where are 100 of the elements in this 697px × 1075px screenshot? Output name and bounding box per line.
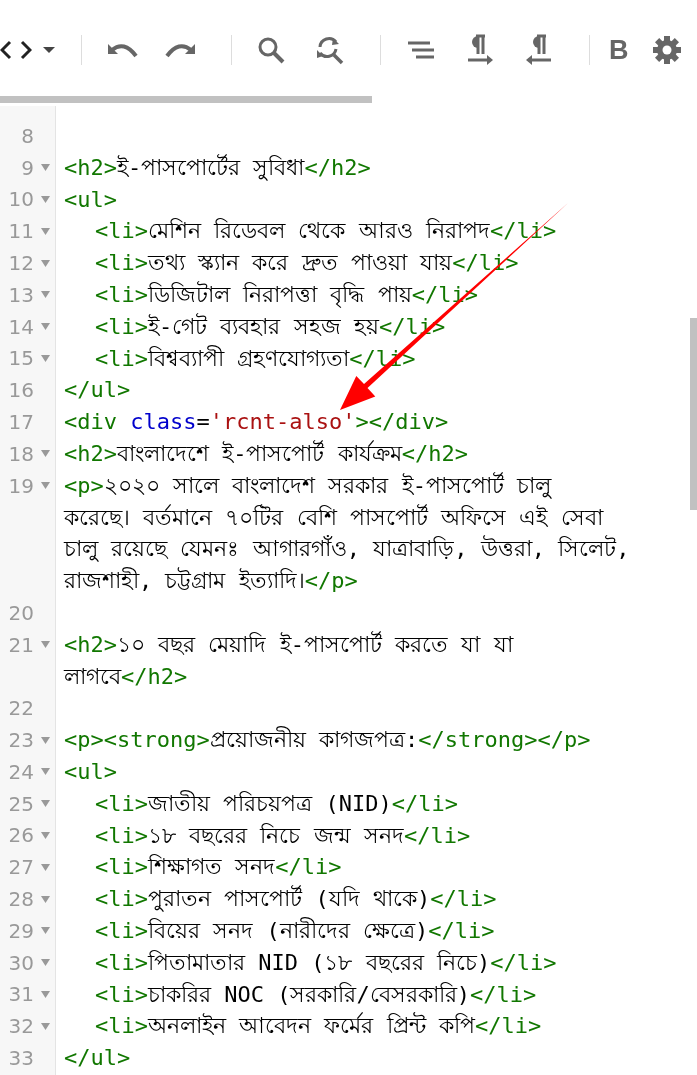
fold-icon[interactable] <box>40 736 50 744</box>
code-tag: <h2> <box>64 154 117 180</box>
fold-icon[interactable] <box>40 323 50 331</box>
lines-icon <box>406 40 435 60</box>
fold-icon[interactable] <box>40 1022 50 1030</box>
code-tag: </li> <box>490 949 557 975</box>
line-number: 19 <box>8 473 34 498</box>
code-tag: </h2> <box>401 440 468 466</box>
line-number: 22 <box>8 696 34 721</box>
code-tag: </li> <box>430 886 497 912</box>
line-number: 33 <box>8 1046 34 1070</box>
pilcrow-left-arrow-icon <box>525 34 553 66</box>
line-number: 21 <box>8 632 34 657</box>
fold-icon[interactable] <box>40 800 50 808</box>
settings-icon <box>652 35 683 65</box>
fold-icon[interactable] <box>40 450 50 458</box>
code-text: চালু রয়েছে যেমনঃ আগারগাঁও, যাত্রাবাড়ি, উত্তরা, সিলেট, <box>64 536 630 562</box>
code-text: মেশিন রিডেবল থেকে আরও নিরাপদ <box>148 218 490 244</box>
code-text: শিক্ষাগত সনদ <box>148 854 276 880</box>
code-tag: <li> <box>95 822 148 848</box>
fold-icon[interactable] <box>40 227 50 235</box>
code-text: চাকরির NOC (সরকারি/বেসরকারি) <box>148 981 470 1007</box>
fold-icon[interactable] <box>40 291 50 299</box>
fold-icon[interactable] <box>40 641 50 649</box>
code-text: ১৮ বছরের নিচে জন্ম সনদ <box>148 822 404 848</box>
fold-icon[interactable] <box>40 831 50 839</box>
code-tag: <ul> <box>64 758 117 784</box>
line-number: 31 <box>8 982 34 1007</box>
fold-icon[interactable] <box>40 895 50 903</box>
scrollbar-thumb[interactable] <box>0 96 372 103</box>
code-text: পিতামাতার NID (১৮ বছরের নিচে) <box>148 949 491 975</box>
fold-icon[interactable] <box>40 482 50 490</box>
line-number: 10 <box>8 187 34 212</box>
code-tag: <li> <box>95 250 148 276</box>
line-number: 24 <box>8 759 34 784</box>
code-tag: </li> <box>403 822 471 848</box>
code-tag: </ul> <box>64 1045 131 1071</box>
caret-icon <box>42 46 56 54</box>
code-text: করেছে। বর্তমানে ৭০টির বেশি পাসপোর্ট অফিসে এই সেবা <box>64 504 603 530</box>
code-tag: <li> <box>95 917 148 943</box>
code-attribute: class <box>130 409 197 435</box>
code-text: বাংলাদেশে ই-পাসপোর্ট কার্যক্রম <box>117 440 402 466</box>
code-text: ১০ বছর মেয়াদি ই-পাসপোর্ট করতে যা যা <box>117 631 513 657</box>
code-text: বিশ্বব্যাপী গ্রহণযোগ্যতা <box>148 345 350 371</box>
code-tag: <div <box>64 409 131 435</box>
code-tag: <h2> <box>64 631 117 657</box>
code-tag: <li> <box>95 282 148 307</box>
line-number: 29 <box>8 918 34 943</box>
fold-icon[interactable] <box>40 927 50 935</box>
fold-icon[interactable] <box>40 768 50 776</box>
code-tag: </li> <box>428 917 495 943</box>
code-tag: </p> <box>304 568 358 594</box>
code-tag: <p><strong> <box>64 727 210 753</box>
line-number: 20 <box>8 600 34 625</box>
line-number: 28 <box>8 887 34 911</box>
code-text: ই-পাসপোর্টের সুবিধা <box>117 154 305 180</box>
code-text: লাগবে <box>64 663 121 689</box>
code-text: অনলাইন আবেদন ফর্মের প্রিন্ট কপি <box>148 1013 475 1039</box>
fold-icon[interactable] <box>40 196 50 203</box>
line-number: 25 <box>8 791 34 816</box>
line-number: 14 <box>8 314 34 339</box>
fold-icon[interactable] <box>40 990 50 998</box>
code-tag: <li> <box>95 854 148 880</box>
code-tag: </li> <box>474 1013 542 1039</box>
line-number: 18 <box>8 441 34 466</box>
fold-icon[interactable] <box>40 354 50 362</box>
code-text: তথ্য স্ক্যান করে দ্রুত পাওয়া যায় <box>148 250 453 276</box>
line-number: 30 <box>8 950 34 975</box>
code-string: 'rcnt-also' <box>209 409 356 435</box>
line-number: 23 <box>8 728 34 753</box>
line-number: 9 <box>21 155 34 180</box>
code-text: রাজশাহী, চট্টগ্রাম ইত্যাদি। <box>64 568 305 594</box>
code-text: ডিজিটাল নিরাপত্তা বৃদ্ধি পায় <box>148 282 412 307</box>
code-tag: </li> <box>469 981 537 1007</box>
line-number: 26 <box>8 823 34 848</box>
code-text: জাতীয় পরিচয়পত্র (NID) <box>148 790 392 816</box>
scrollbar-thumb[interactable] <box>690 318 697 510</box>
code-tag: <h2> <box>64 440 117 466</box>
code-tag: <li> <box>95 981 148 1007</box>
code-tag: ></div> <box>355 409 449 435</box>
bold-button[interactable]: B <box>599 30 638 70</box>
code-tag: <li> <box>95 1013 148 1039</box>
line-number: 32 <box>8 1014 34 1039</box>
code-text: = <box>196 409 210 435</box>
code-tag: <ul> <box>64 186 117 212</box>
code-tag: </h2> <box>304 154 371 180</box>
code-text: প্রয়োজনীয় কাগজপত্র: <box>209 727 419 753</box>
code-text: ২০২০ সালে বাংলাদেশ সরকার ই-পাসপোর্ট চালু <box>103 472 552 498</box>
code-text: ই-গেট ব্যবহার সহজ হয় <box>148 313 379 339</box>
code-tag: <li> <box>95 949 148 975</box>
fold-icon[interactable] <box>40 259 50 267</box>
code-text: বিয়ের সনদ (নারীদের ক্ষেত্রে) <box>148 917 429 943</box>
line-number: 16 <box>8 378 34 403</box>
pilcrow-right-arrow-icon <box>465 34 494 66</box>
fold-icon[interactable] <box>40 959 50 967</box>
fold-icon[interactable] <box>40 863 50 871</box>
code-tag: </h2> <box>121 663 188 689</box>
line-number: 15 <box>8 346 34 371</box>
fold-icon[interactable] <box>40 164 50 172</box>
code-tag: <li> <box>95 886 148 912</box>
